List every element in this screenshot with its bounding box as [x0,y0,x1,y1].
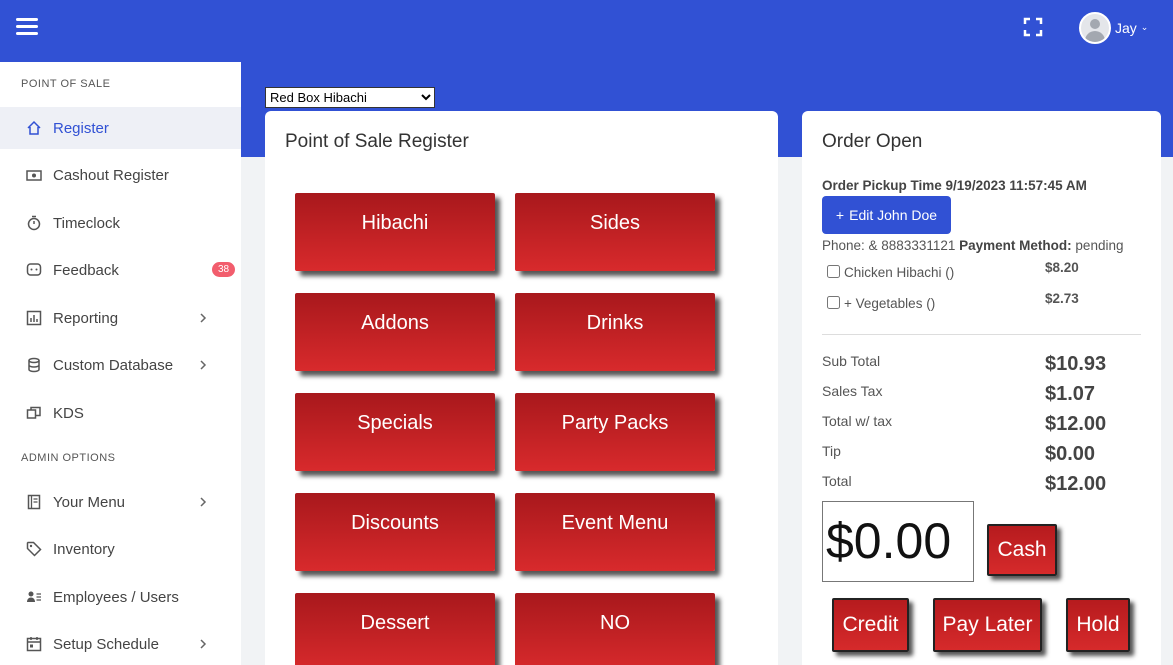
item-price: $2.73 [1045,291,1079,306]
credit-button[interactable]: Credit [832,598,909,652]
users-list-icon [27,591,41,602]
sidebar-item-cashout-register[interactable]: Cashout Register [0,154,241,196]
sidebar-item-label: Custom Database [53,356,174,374]
order-item: Chicken Hibachi () $8.20 [827,260,1147,283]
sidebar-item-feedback[interactable]: Feedback 38 [0,249,241,291]
item-name: + Vegetables () [844,296,936,311]
edit-customer-label: Edit John Doe [849,207,938,223]
section-title-pos: POINT OF SALE [21,78,111,90]
sidebar-item-timeclock[interactable]: Timeclock [0,202,241,244]
category-button-no[interactable]: NO [515,593,715,665]
sales-tax-label: Sales Tax [822,383,883,399]
divider [822,334,1141,335]
subtotal-value: $10.93 [1045,353,1107,375]
tender-amount-input[interactable]: $0.00 [822,501,974,582]
avatar [1079,12,1111,44]
order-title: Order Open [822,131,923,152]
tag-icon [26,541,42,557]
sidebar-item-label: Employees / Users [53,588,179,606]
sidebar-item-your-menu[interactable]: Your Menu [0,481,241,523]
sidebar-item-label: Reporting [53,309,119,327]
item-checkbox[interactable] [827,296,840,309]
category-button-dessert[interactable]: Dessert [295,593,495,665]
order-card: Order Open Order Pickup Time 9/19/2023 1… [802,111,1161,665]
stopwatch-icon [27,215,41,231]
section-title-admin: ADMIN OPTIONS [21,452,116,464]
sidebar-item-label: Cashout Register [53,166,169,184]
category-button-specials[interactable]: Specials [295,393,495,471]
sidebar-item-label: KDS [53,404,84,422]
category-button-addons[interactable]: Addons [295,293,495,371]
sidebar-item-custom-database[interactable]: Custom Database [0,344,241,386]
sales-tax-value: $1.07 [1045,383,1096,405]
total-with-tax-value: $12.00 [1045,413,1107,435]
total-value: $12.00 [1045,473,1107,495]
cash-button[interactable]: Cash [987,524,1057,576]
total-with-tax-label: Total w/ tax [822,413,893,429]
pickup-time: Order Pickup Time 9/19/2023 11:57:45 AM [822,178,1087,193]
menu-icon[interactable] [16,18,38,36]
sidebar-item-employees-users[interactable]: Employees / Users [0,576,241,618]
payment-method-label: Payment Method: [959,238,1072,253]
tip-value: $0.00 [1045,443,1096,465]
feedback-count-badge: 38 [212,262,236,277]
item-checkbox[interactable] [827,265,840,278]
money-icon [26,170,42,181]
category-button-discounts[interactable]: Discounts [295,493,495,571]
category-button-sides[interactable]: Sides [515,193,715,271]
sidebar-item-reporting[interactable]: Reporting [0,297,241,339]
home-icon [27,120,41,135]
item-price: $8.20 [1045,260,1079,275]
category-button-party-packs[interactable]: Party Packs [515,393,715,471]
edit-customer-button[interactable]: + Edit John Doe [822,196,951,234]
bar-chart-icon [26,310,42,326]
plus-icon: + [835,207,845,223]
sidebar-item-setup-schedule[interactable]: Setup Schedule [0,623,241,665]
sidebar-item-label: Feedback [53,261,119,279]
chevron-right-icon [200,639,207,649]
sidebar-item-label: Setup Schedule [53,635,159,653]
sidebar-item-register[interactable]: Register [0,107,241,149]
menu-book-icon [27,494,41,510]
sidebar-item-label: Inventory [53,540,115,558]
pos-register-card: Point of Sale Register Hibachi Sides Add… [265,111,778,665]
pos-title: Point of Sale Register [285,131,469,152]
phone-payment-line: Phone: & 8883331121 Payment Method: pend… [822,238,1123,253]
chevron-right-icon [200,313,207,323]
store-select[interactable]: Red Box Hibachi [265,87,435,108]
category-button-hibachi[interactable]: Hibachi [295,193,495,271]
category-button-drinks[interactable]: Drinks [515,293,715,371]
total-label: Total [822,473,852,489]
sidebar-item-kds[interactable]: KDS [0,392,241,434]
user-menu[interactable]: Jay ⌄ [1079,12,1148,44]
sidebar-item-label: Timeclock [53,214,120,232]
sidebar-item-inventory[interactable]: Inventory [0,528,241,570]
fullscreen-icon[interactable] [1023,17,1043,37]
item-name: Chicken Hibachi () [844,265,955,280]
hold-button[interactable]: Hold [1066,598,1130,652]
user-name: Jay [1115,20,1137,36]
database-icon [28,357,40,373]
calendar-icon [26,637,42,652]
screens-icon [26,406,41,419]
sidebar: POINT OF SALE Register Cashout Register … [0,62,241,665]
sidebar-item-label: Register [53,119,109,137]
tip-label: Tip [822,443,841,459]
chevron-right-icon [200,497,207,507]
order-item: + Vegetables () $2.73 [827,291,1147,314]
phone-text: Phone: & 8883331121 [822,238,956,253]
pay-later-button[interactable]: Pay Later [933,598,1042,652]
category-button-event-menu[interactable]: Event Menu [515,493,715,571]
sidebar-item-label: Your Menu [53,493,125,511]
chevron-right-icon [200,360,207,370]
chat-icon [26,263,42,276]
subtotal-label: Sub Total [822,353,881,369]
payment-method-value: pending [1075,238,1124,253]
chevron-down-icon: ⌄ [1140,23,1149,33]
